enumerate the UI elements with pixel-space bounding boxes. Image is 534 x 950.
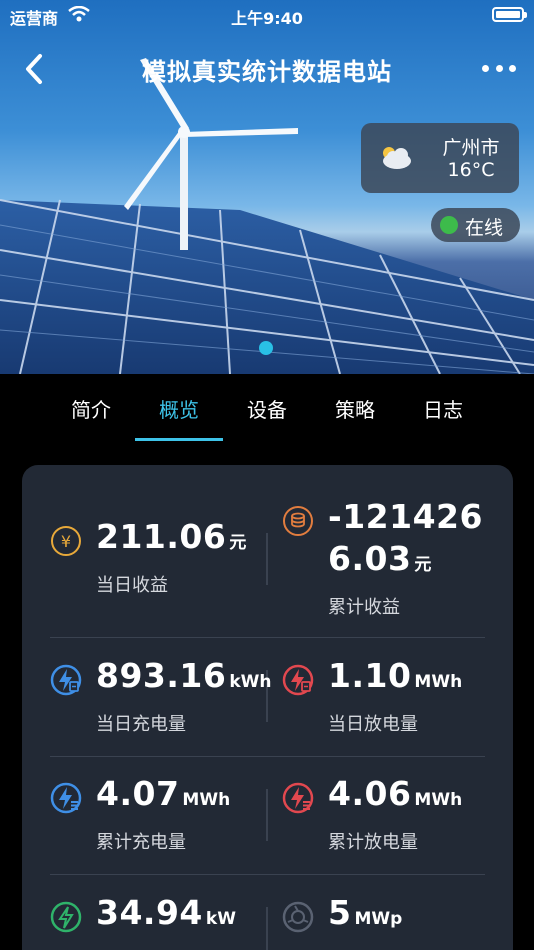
more-options-button[interactable] xyxy=(482,58,516,78)
stat-label: 当日充电量 xyxy=(96,714,186,735)
tab-logs[interactable]: 日志 xyxy=(399,394,487,423)
stat-value: 893.16 kWh xyxy=(96,656,272,695)
page-title: 模拟真实统计数据电站 xyxy=(142,58,392,86)
stat-label: 累计充电量 xyxy=(96,832,186,853)
clock: 上午9:40 xyxy=(231,9,303,28)
active-tab-indicator xyxy=(135,438,223,441)
stat-value-line1: -121426 xyxy=(328,497,483,536)
tab-strategy[interactable]: 策略 xyxy=(311,394,399,423)
tab-overview[interactable]: 概览 xyxy=(135,394,223,423)
dot-icon xyxy=(495,64,503,72)
online-dot-icon xyxy=(440,216,458,234)
row-divider xyxy=(50,637,485,638)
stat-value: 34.94 kW xyxy=(96,893,236,932)
partly-cloudy-icon xyxy=(383,147,411,169)
battery-icon xyxy=(492,7,527,22)
stat-value-line2: 6.03 元 xyxy=(328,539,432,578)
tab-devices[interactable]: 设备 xyxy=(223,394,311,423)
coins-icon xyxy=(283,506,313,536)
carousel-indicator[interactable] xyxy=(259,341,273,355)
row-divider xyxy=(50,874,485,875)
status-label: 在线 xyxy=(465,217,504,239)
tab-bar: 简介 概览 设备 策略 日志 xyxy=(0,374,534,444)
column-divider xyxy=(266,789,268,841)
discharge-icon xyxy=(282,664,314,696)
tab-intro[interactable]: 简介 xyxy=(47,394,135,423)
stat-label: 累计收益 xyxy=(328,597,400,618)
stat-label: 累计放电量 xyxy=(328,832,418,853)
status-badge: 在线 xyxy=(431,208,520,242)
row-divider xyxy=(50,756,485,757)
charge-icon xyxy=(50,664,82,696)
dot-icon xyxy=(482,64,489,72)
stat-value: 5 MWp xyxy=(328,893,403,932)
weather-temperature: 16°C xyxy=(447,159,495,181)
dot-icon xyxy=(509,64,516,72)
stat-value: 211.06 元 xyxy=(96,517,247,556)
stat-label: 当日放电量 xyxy=(328,714,418,735)
weather-widget: 广州市 16°C xyxy=(361,123,519,193)
yuan-icon: ¥ xyxy=(51,526,81,556)
total-charge-icon xyxy=(50,782,82,814)
column-divider xyxy=(266,907,268,950)
capacity-icon xyxy=(282,901,314,933)
overview-card: ¥ 211.06 元 当日收益 -121426 6.03 元 累计收益 893.16… xyxy=(22,465,513,950)
total-discharge-icon xyxy=(282,782,314,814)
stat-label: 当日收益 xyxy=(96,575,168,596)
status-bar: 运营商 上午9:40 xyxy=(0,0,534,30)
weather-city: 广州市 xyxy=(442,137,500,159)
svg-text:¥: ¥ xyxy=(61,532,71,551)
column-divider xyxy=(266,533,268,585)
stat-value: 4.06 MWh xyxy=(328,774,463,813)
power-icon xyxy=(50,901,82,933)
back-button[interactable] xyxy=(18,50,54,90)
stat-value: 1.10 MWh xyxy=(328,656,463,695)
stat-value: 4.07 MWh xyxy=(96,774,231,813)
chevron-left-icon xyxy=(26,54,42,84)
